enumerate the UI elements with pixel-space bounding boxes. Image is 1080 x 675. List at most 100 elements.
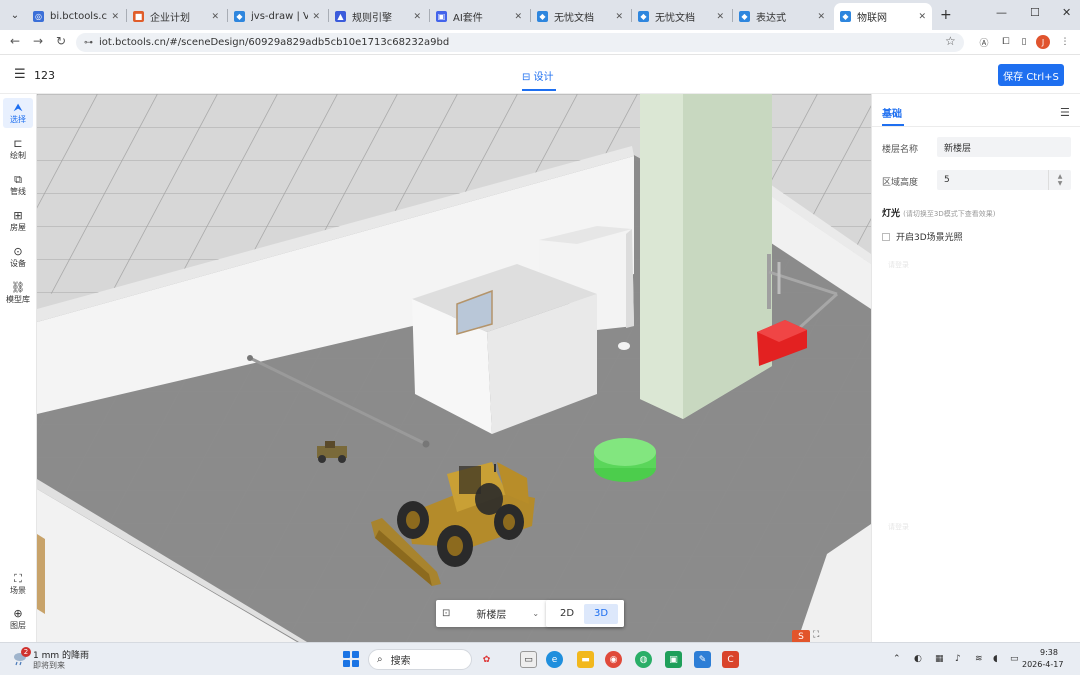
brand-s-icon[interactable]: S — [792, 630, 810, 642]
browser-tab[interactable]: ◆ 无忧文档 ✕ — [531, 3, 629, 30]
new-tab-button[interactable]: + — [940, 7, 952, 23]
browser-tab[interactable]: ◆ 物联网 ✕ — [834, 3, 932, 30]
minimize-icon[interactable]: — — [996, 6, 1007, 19]
back-icon[interactable]: ← — [10, 34, 20, 48]
menu-icon[interactable]: ☰ — [14, 67, 26, 82]
browser-tab[interactable]: ◆ jvs-draw | Virtu✕ — [228, 3, 326, 30]
browser-tab[interactable]: ■ 企业计划 ✕ — [127, 3, 225, 30]
tab-close-icon[interactable]: ✕ — [111, 12, 119, 22]
browser-tab[interactable]: ▲ 规则引擎 ✕ — [329, 3, 427, 30]
browser-menu-icon[interactable]: ⋮ — [1058, 35, 1072, 49]
jetbrains-icon[interactable]: ▣ — [665, 651, 682, 668]
tab-favicon-icon: ◆ — [537, 11, 548, 22]
light-section-title: 灯光 (请切换至3D模式下查看效果) — [882, 206, 995, 219]
browser-tab[interactable]: ◎ bi.bctools.cn ✕ — [27, 3, 125, 30]
tool-layer[interactable]: ⊕ 图层 — [3, 604, 33, 634]
tab-design[interactable]: ⊟ 设计 — [522, 68, 554, 83]
tool-draw[interactable]: ⊏ 绘制 — [3, 134, 33, 164]
file-explorer-icon[interactable]: ▬ — [577, 651, 594, 668]
increment-icon[interactable]: ▲ — [1058, 173, 1063, 180]
clock-time[interactable]: 9:38 — [1040, 648, 1058, 657]
tab-close-icon[interactable]: ✕ — [817, 12, 825, 22]
scene-canvas[interactable] — [37, 94, 871, 642]
url-field[interactable]: ⊶ iot.bctools.cn/#/sceneDesign/60929a829… — [76, 33, 964, 52]
tab-title: 无忧文档 — [655, 13, 695, 24]
sensor-dome[interactable] — [618, 342, 630, 350]
speaker-icon[interactable]: ◖ — [993, 654, 998, 664]
save-button[interactable]: 保存 Ctrl+S — [998, 64, 1064, 86]
tab-close-icon[interactable]: ✕ — [615, 12, 623, 22]
tray-app-icon[interactable]: ◐ — [914, 654, 922, 664]
editor-icon[interactable]: ✎ — [694, 651, 711, 668]
tab-title: 企业计划 — [150, 13, 190, 24]
tray-display-icon[interactable]: ▦ — [935, 654, 944, 664]
extension-a-icon[interactable]: Ⓐ — [977, 35, 991, 49]
tab-search-icon[interactable]: ⌄ — [6, 6, 24, 24]
tab-separator — [429, 9, 430, 22]
site-info-icon[interactable]: ⊶ — [84, 38, 93, 48]
tab-title: 物联网 — [857, 13, 887, 24]
browser-tab[interactable]: ◆ 表达式 ✕ — [733, 3, 831, 30]
layer-select-value: 新楼层 — [476, 610, 507, 621]
tab-close-icon[interactable]: ✕ — [918, 12, 926, 22]
tool-label: 模型库 — [6, 294, 30, 304]
fullscreen-icon[interactable]: ⛶ — [813, 630, 819, 640]
browser-tab[interactable]: ◆ 无忧文档 ✕ — [632, 3, 730, 30]
chevron-down-icon[interactable]: ⌄ — [532, 609, 539, 618]
mode-3d-button[interactable]: 3D — [584, 603, 618, 624]
light-hint: (请切换至3D模式下查看效果) — [903, 210, 996, 218]
tab-title: 规则引擎 — [352, 13, 392, 24]
task-view-icon[interactable]: ▭ — [520, 651, 537, 668]
light-checkbox-label[interactable]: 开启3D场景光照 — [896, 230, 963, 243]
draw-icon: ⊏ — [13, 136, 23, 150]
red-app-icon[interactable]: C — [722, 651, 739, 668]
tab-basic[interactable]: 基础 — [882, 105, 902, 120]
floor-name-field[interactable]: 新楼层 — [937, 137, 1071, 157]
tool-house[interactable]: ⊞ 房屋 — [3, 206, 33, 236]
tool-scene[interactable]: ⛶ 场景 — [3, 569, 33, 599]
edge-icon[interactable]: e — [546, 651, 563, 668]
url-text: iot.bctools.cn/#/sceneDesign/60929a829ad… — [99, 37, 450, 48]
tool-device[interactable]: ⊙ 设备 — [3, 242, 33, 272]
browser-tab[interactable]: ▣ AI套件 ✕ — [430, 3, 528, 30]
tab-close-icon[interactable]: ✕ — [312, 12, 320, 22]
close-window-icon[interactable]: ✕ — [1062, 6, 1071, 19]
decrement-icon[interactable]: ▼ — [1058, 180, 1063, 187]
tab-close-icon[interactable]: ✕ — [413, 12, 421, 22]
mode-2d-button[interactable]: 2D — [550, 604, 584, 624]
sidebar-icon[interactable]: ▯ — [1017, 35, 1031, 49]
select-icon: ⮝ — [13, 100, 23, 114]
bookmark-star-icon[interactable]: ☆ — [945, 34, 956, 48]
device-icon: ⊙ — [13, 244, 23, 258]
collapse-panel-icon[interactable]: ☰ — [1060, 106, 1070, 119]
image-icon: ⊡ — [442, 608, 451, 619]
clock-date[interactable]: 2026-4-17 — [1022, 660, 1063, 669]
windows-start-icon[interactable] — [343, 651, 359, 667]
chrome-icon[interactable]: ◉ — [605, 651, 622, 668]
tab-close-icon[interactable]: ✕ — [211, 12, 219, 22]
area-height-stepper[interactable]: ▲ ▼ — [1048, 170, 1071, 190]
tool-model-library[interactable]: ⛓ 模型库 — [3, 278, 33, 308]
extensions-puzzle-icon[interactable]: ⧠ — [999, 35, 1013, 49]
house-icon: ⊞ — [13, 208, 23, 222]
tool-select[interactable]: ⮝ 选择 — [3, 98, 33, 128]
tray-mic-icon[interactable]: ♪ — [955, 654, 961, 664]
battery-icon[interactable]: ▭ — [1010, 654, 1019, 664]
profile-avatar[interactable]: J — [1036, 35, 1050, 49]
wechat-icon[interactable]: ◍ — [635, 651, 652, 668]
reload-icon[interactable]: ↻ — [56, 34, 66, 48]
tab-close-icon[interactable]: ✕ — [514, 12, 522, 22]
taskbar-search[interactable]: ⌕ 搜索 — [368, 649, 472, 670]
scene-viewport[interactable]: ⊡ 新楼层 ⌄ 2D 3D S ⛶ — [37, 94, 871, 642]
tray-arrow-icon[interactable]: ⌃ — [893, 654, 901, 664]
forward-icon[interactable]: → — [33, 34, 43, 48]
maximize-icon[interactable]: ☐ — [1030, 6, 1040, 19]
light-checkbox[interactable] — [882, 233, 890, 241]
tab-favicon-icon: ▲ — [335, 11, 346, 22]
light-section-label: 灯光 — [882, 209, 901, 219]
tulip-widget-icon[interactable]: ✿ — [478, 651, 495, 668]
tool-pipeline[interactable]: ⧉ 管线 — [3, 170, 33, 200]
tab-close-icon[interactable]: ✕ — [716, 12, 724, 22]
tab-separator — [732, 9, 733, 22]
wifi-icon[interactable]: ≋ — [975, 654, 983, 664]
